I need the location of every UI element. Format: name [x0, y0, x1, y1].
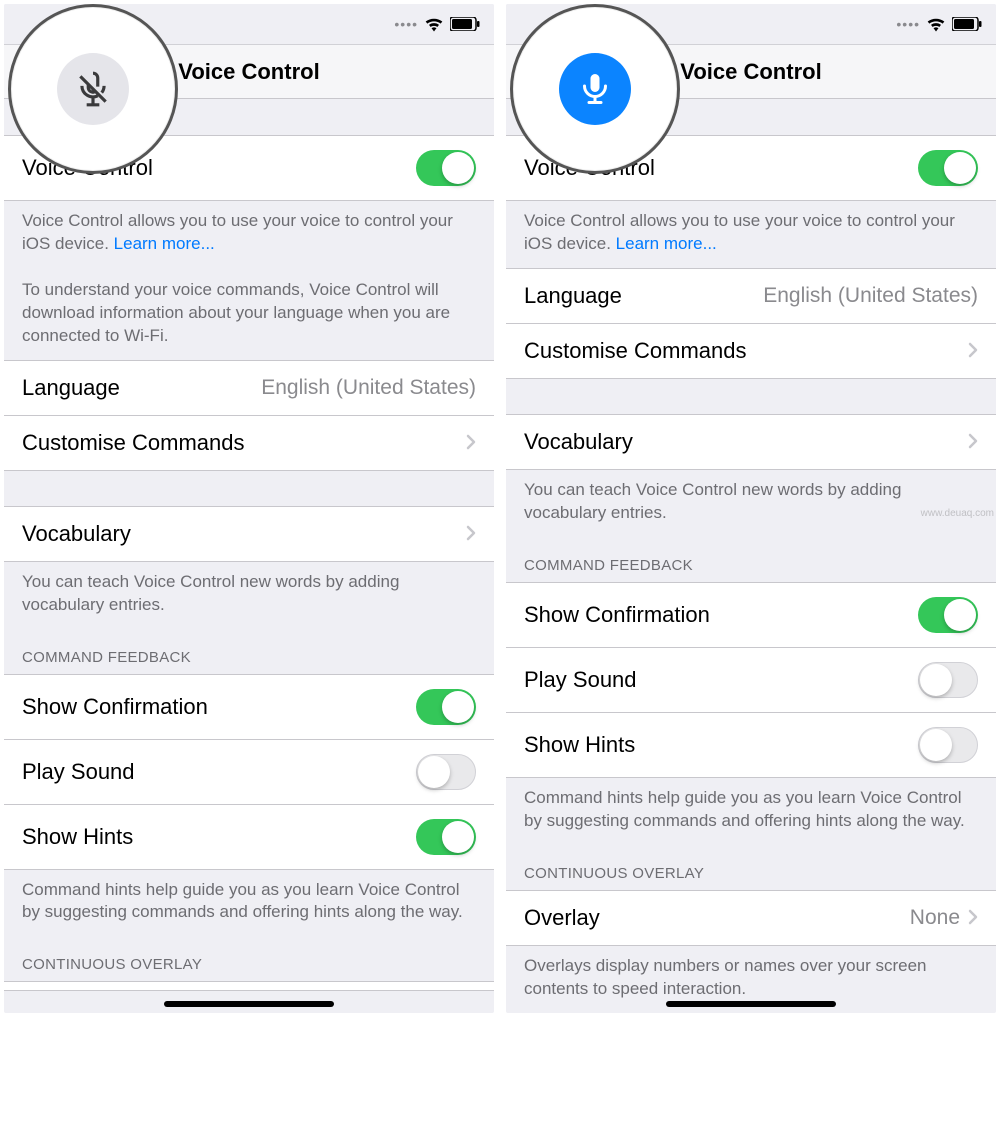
vocabulary-label: Vocabulary: [524, 429, 633, 455]
play-sound-row[interactable]: Play Sound: [4, 739, 494, 805]
show-hints-row[interactable]: Show Hints: [506, 712, 996, 778]
language-label: Language: [524, 283, 622, 309]
show-confirmation-row[interactable]: Show Confirmation: [506, 582, 996, 648]
customise-commands-row[interactable]: Customise Commands: [506, 323, 996, 379]
command-feedback-header: COMMAND FEEDBACK: [4, 629, 494, 674]
play-sound-label: Play Sound: [524, 667, 637, 693]
overlay-row-cut[interactable]: [4, 981, 494, 991]
continuous-overlay-header: CONTINUOUS OVERLAY: [4, 936, 494, 981]
voice-control-toggle[interactable]: [918, 150, 978, 186]
vocabulary-row[interactable]: Vocabulary: [4, 506, 494, 562]
chevron-right-icon: [968, 429, 978, 455]
vocabulary-row[interactable]: Vocabulary: [506, 414, 996, 470]
chevron-right-icon: [968, 905, 978, 931]
voice-control-toggle[interactable]: [416, 150, 476, 186]
hints-description: Command hints help guide you as you lear…: [506, 777, 996, 845]
vocabulary-label: Vocabulary: [22, 521, 131, 547]
wifi-icon: [424, 16, 444, 32]
home-indicator[interactable]: [164, 1001, 334, 1007]
overlay-value: None: [910, 906, 960, 930]
chevron-right-icon: [968, 338, 978, 364]
chevron-right-icon: [466, 430, 476, 456]
vocabulary-description: You can teach Voice Control new words by…: [506, 469, 996, 537]
battery-icon: [450, 17, 480, 31]
overlay-row[interactable]: Overlay None: [506, 890, 996, 946]
play-sound-label: Play Sound: [22, 759, 135, 785]
command-feedback-header: COMMAND FEEDBACK: [506, 537, 996, 582]
learn-more-link[interactable]: Learn more...: [616, 234, 717, 253]
play-sound-row[interactable]: Play Sound: [506, 647, 996, 713]
show-hints-row[interactable]: Show Hints: [4, 804, 494, 870]
show-hints-toggle[interactable]: [918, 727, 978, 763]
show-confirmation-toggle[interactable]: [918, 597, 978, 633]
page-title: Voice Control: [680, 59, 821, 85]
page-title: Voice Control: [178, 59, 319, 85]
cellular-dots-icon: ••••: [394, 16, 418, 32]
home-indicator[interactable]: [666, 1001, 836, 1007]
overlay-label: Overlay: [524, 905, 600, 931]
phone-left: 0 •••• y Voice: [4, 4, 494, 1013]
voice-control-description: Voice Control allows you to use your voi…: [506, 200, 996, 268]
show-confirmation-row[interactable]: Show Confirmation: [4, 674, 494, 740]
show-confirmation-label: Show Confirmation: [22, 694, 208, 720]
play-sound-toggle[interactable]: [416, 754, 476, 790]
magnifier-circle: [8, 4, 178, 174]
customise-commands-row[interactable]: Customise Commands: [4, 415, 494, 471]
hints-description: Command hints help guide you as you lear…: [4, 869, 494, 937]
show-hints-label: Show Hints: [524, 732, 635, 758]
show-hints-toggle[interactable]: [416, 819, 476, 855]
language-value: English (United States): [763, 284, 978, 308]
phone-right: 1 •••• ty Voice Control Vo: [506, 4, 996, 1013]
customise-label: Customise Commands: [22, 430, 245, 456]
language-label: Language: [22, 375, 120, 401]
battery-icon: [952, 17, 982, 31]
learn-more-link[interactable]: Learn more...: [114, 234, 215, 253]
show-confirmation-toggle[interactable]: [416, 689, 476, 725]
wifi-icon: [926, 16, 946, 32]
watermark: www.deuaq.com: [921, 508, 994, 519]
mic-on-icon: [559, 53, 631, 125]
play-sound-toggle[interactable]: [918, 662, 978, 698]
continuous-overlay-header: CONTINUOUS OVERLAY: [506, 845, 996, 890]
voice-control-description: Voice Control allows you to use your voi…: [4, 200, 494, 360]
customise-label: Customise Commands: [524, 338, 747, 364]
cellular-dots-icon: ••••: [896, 16, 920, 32]
show-hints-label: Show Hints: [22, 824, 133, 850]
mic-off-icon: [57, 53, 129, 125]
language-row[interactable]: Language English (United States): [4, 360, 494, 416]
vocabulary-description: You can teach Voice Control new words by…: [4, 561, 494, 629]
language-value: English (United States): [261, 376, 476, 400]
show-confirmation-label: Show Confirmation: [524, 602, 710, 628]
chevron-right-icon: [466, 521, 476, 547]
magnifier-circle: [510, 4, 680, 174]
language-row[interactable]: Language English (United States): [506, 268, 996, 324]
